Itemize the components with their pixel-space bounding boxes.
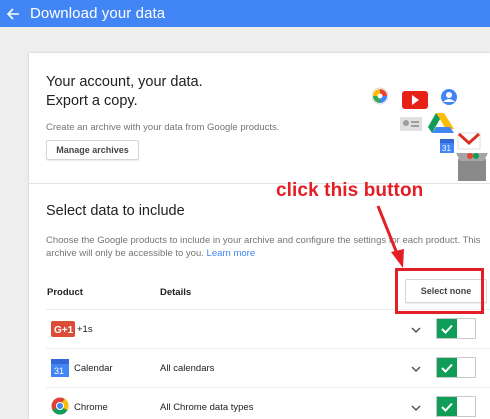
select-data-heading: Select data to include	[46, 203, 185, 219]
calendar-icon: 31	[51, 359, 69, 377]
chrome-icon	[51, 397, 69, 415]
youtube-icon	[402, 91, 428, 109]
column-header-details: Details	[160, 287, 192, 298]
app-bar: Download your data	[0, 0, 490, 27]
page-title: Download your data	[30, 5, 166, 22]
manage-archives-button[interactable]: Manage archives	[46, 140, 139, 160]
account-subtitle: Create an archive with your data from Go…	[46, 122, 280, 133]
google-plus-icon: G+1	[51, 321, 75, 339]
check-icon	[437, 319, 457, 338]
svg-text:31: 31	[54, 366, 64, 376]
product-row[interactable]: Chrome All Chrome data types	[29, 387, 490, 419]
include-toggle[interactable]	[436, 357, 476, 378]
product-row[interactable]: 31 Calendar All calendars	[29, 348, 490, 387]
annotation-label: click this button	[276, 180, 424, 201]
product-details: All Chrome data types	[160, 402, 254, 413]
include-toggle[interactable]	[436, 396, 476, 417]
account-heading-line1: Your account, your data.	[46, 74, 203, 90]
contacts-icon	[400, 117, 422, 131]
account-heading-line2: Export a copy.	[46, 93, 138, 109]
main-card: Your account, your data. Export a copy. …	[29, 53, 490, 419]
select-data-description: Choose the Google products to include in…	[46, 234, 486, 260]
photos-icon	[371, 87, 389, 105]
calendar-small-icon: 31	[440, 139, 454, 153]
column-header-product: Product	[47, 287, 83, 298]
profile-icon	[441, 89, 457, 105]
check-icon	[437, 397, 457, 416]
check-icon	[437, 358, 457, 377]
description-text: Choose the Google products to include in…	[46, 235, 481, 259]
drive-icon	[428, 113, 454, 133]
svg-text:G+1: G+1	[54, 325, 74, 336]
learn-more-link[interactable]: Learn more	[207, 248, 256, 259]
product-name: +1s	[77, 324, 93, 335]
product-name: Chrome	[74, 402, 108, 413]
archive-box-icon	[456, 153, 488, 181]
chevron-down-icon[interactable]	[411, 326, 421, 334]
account-heading: Your account, your data. Export a copy.	[46, 73, 203, 111]
arrow-back-icon[interactable]	[1, 2, 25, 26]
chevron-down-icon[interactable]	[411, 404, 421, 412]
chevron-down-icon[interactable]	[411, 365, 421, 373]
product-row[interactable]: G+1 +1s	[29, 309, 490, 348]
product-details: All calendars	[160, 363, 215, 374]
annotation-highlight-box	[395, 268, 484, 314]
gmail-icon	[457, 132, 481, 150]
product-name: Calendar	[74, 363, 113, 374]
products-illustration: 31	[371, 87, 488, 181]
include-toggle[interactable]	[436, 318, 476, 339]
svg-text:31: 31	[442, 144, 451, 153]
